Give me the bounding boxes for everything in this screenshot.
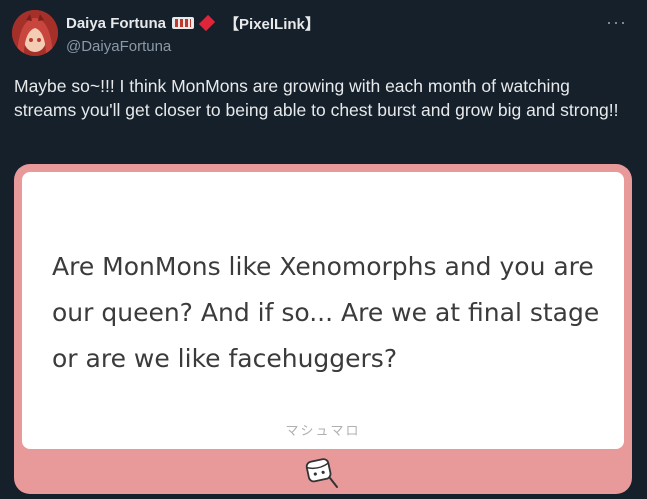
badge-icon bbox=[172, 17, 195, 29]
tweet-header: Daiya Fortuna 【PixelLink】 @DaiyaFortuna bbox=[66, 12, 627, 56]
marshmallow-icon bbox=[305, 458, 338, 488]
question-card: Are MonMons like Xenomorphs and you are … bbox=[22, 172, 624, 449]
more-options-icon[interactable]: ··· bbox=[606, 12, 627, 33]
affiliation-tag: 【PixelLink】 bbox=[224, 15, 320, 33]
diamond-icon bbox=[198, 14, 216, 32]
avatar[interactable] bbox=[12, 10, 58, 56]
display-name[interactable]: Daiya Fortuna bbox=[66, 15, 166, 32]
tweet-text: Maybe so~!!! I think MonMons are growing… bbox=[14, 76, 619, 120]
tweet-media-image[interactable]: Are MonMons like Xenomorphs and you are … bbox=[14, 164, 632, 494]
question-text: Are MonMons like Xenomorphs and you are … bbox=[52, 252, 600, 373]
user-handle[interactable]: @DaiyaFortuna bbox=[66, 38, 627, 55]
site-label: マシュマロ bbox=[285, 423, 361, 438]
name-row: Daiya Fortuna 【PixelLink】 bbox=[66, 12, 627, 34]
avatar-image bbox=[12, 10, 58, 56]
